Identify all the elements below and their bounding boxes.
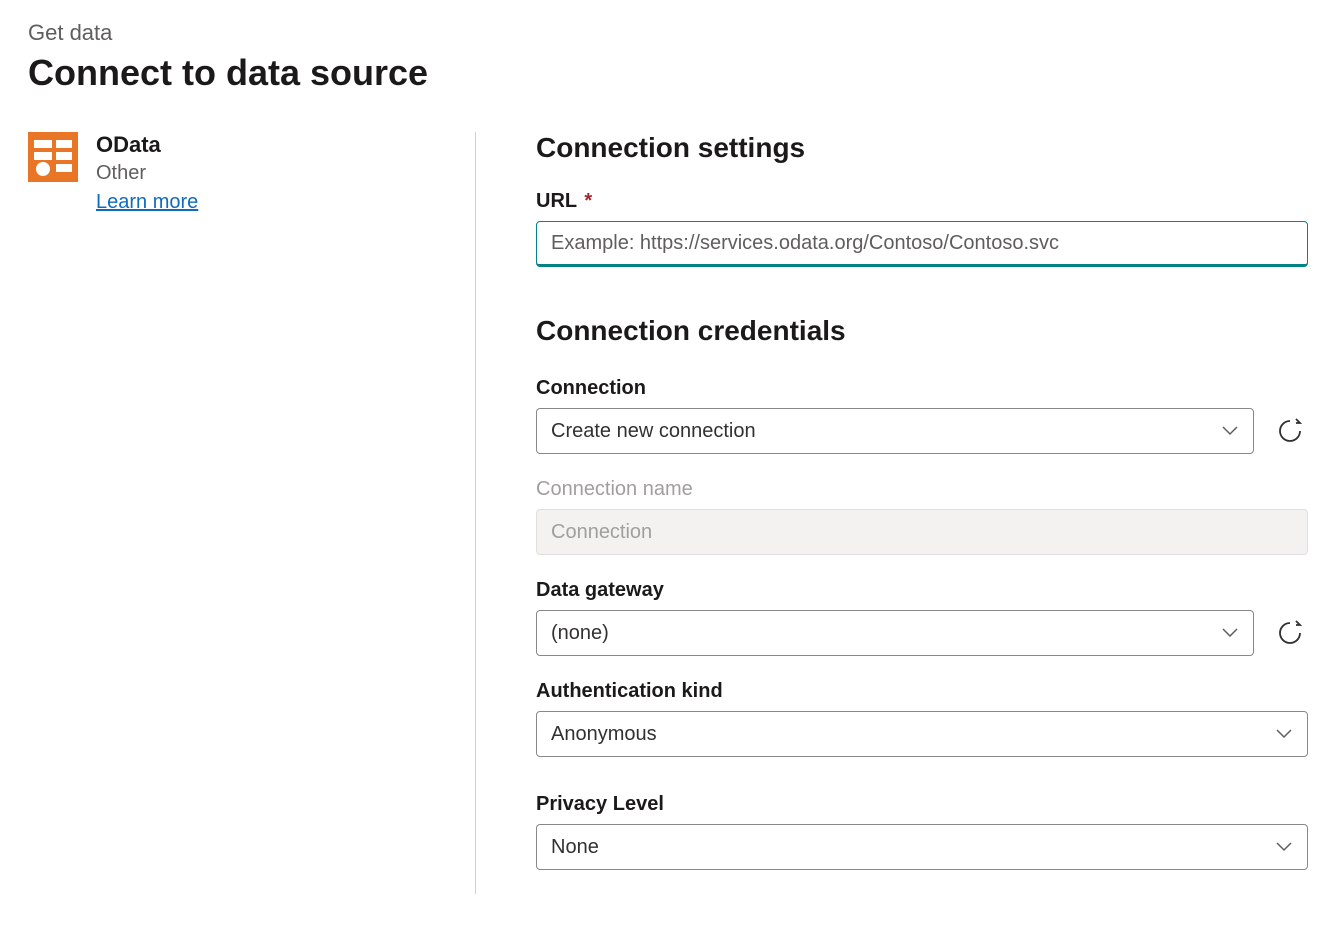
data-gateway-dropdown-value: (none) xyxy=(551,622,609,645)
auth-kind-dropdown[interactable]: Anonymous xyxy=(536,711,1308,757)
chevron-down-icon xyxy=(1221,422,1239,440)
privacy-level-dropdown[interactable]: None xyxy=(536,824,1308,870)
breadcrumb: Get data xyxy=(28,20,1308,46)
odata-connector-icon xyxy=(28,132,78,182)
form-pane: Connection settings URL * Connection cre… xyxy=(476,132,1308,894)
connection-dropdown-value: Create new connection xyxy=(551,420,756,443)
connector-category: Other xyxy=(96,162,198,185)
url-label: URL * xyxy=(536,190,1308,213)
privacy-level-dropdown-value: None xyxy=(551,836,599,859)
privacy-level-label: Privacy Level xyxy=(536,793,1308,816)
connector-pane: OData Other Learn more xyxy=(28,132,476,894)
chevron-down-icon xyxy=(1275,725,1293,743)
page-title: Connect to data source xyxy=(28,52,1308,94)
connection-dropdown[interactable]: Create new connection xyxy=(536,408,1254,454)
data-gateway-refresh-button[interactable] xyxy=(1272,615,1308,651)
connection-label: Connection xyxy=(536,377,1308,400)
connector-card: OData Other Learn more xyxy=(28,132,455,214)
auth-kind-dropdown-value: Anonymous xyxy=(551,723,657,746)
connection-name-input xyxy=(536,509,1308,555)
credentials-heading: Connection credentials xyxy=(536,315,1308,347)
data-gateway-dropdown[interactable]: (none) xyxy=(536,610,1254,656)
refresh-icon xyxy=(1276,417,1304,445)
settings-heading: Connection settings xyxy=(536,132,1308,164)
chevron-down-icon xyxy=(1275,838,1293,856)
connector-name: OData xyxy=(96,132,198,158)
url-label-text: URL xyxy=(536,190,577,212)
auth-kind-label: Authentication kind xyxy=(536,680,1308,703)
chevron-down-icon xyxy=(1221,624,1239,642)
refresh-icon xyxy=(1276,619,1304,647)
learn-more-link[interactable]: Learn more xyxy=(96,191,198,214)
url-input[interactable] xyxy=(536,221,1308,267)
connection-name-label: Connection name xyxy=(536,478,1308,501)
connection-refresh-button[interactable] xyxy=(1272,413,1308,449)
data-gateway-label: Data gateway xyxy=(536,579,1308,602)
required-indicator: * xyxy=(584,190,592,212)
